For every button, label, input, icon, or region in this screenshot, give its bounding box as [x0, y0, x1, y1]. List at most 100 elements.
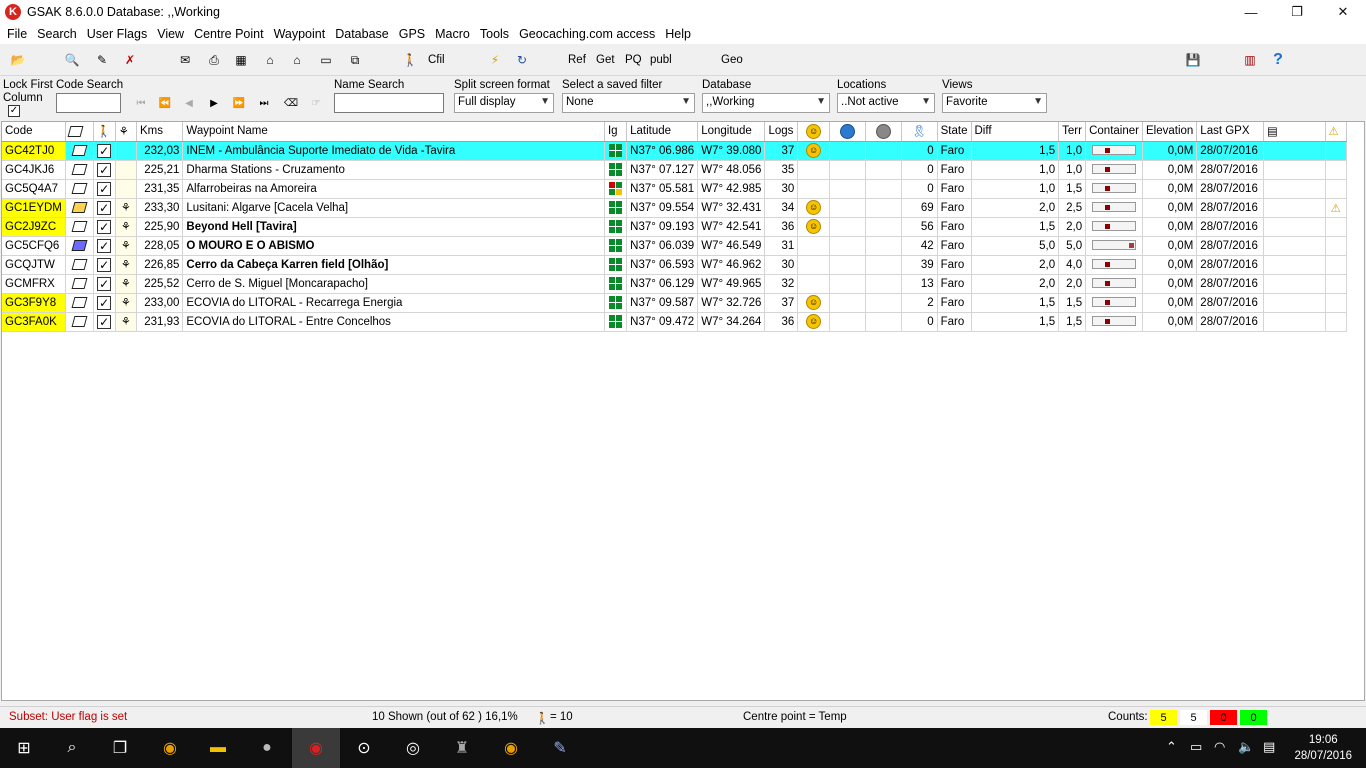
chrome-icon[interactable]: ◉: [487, 728, 535, 768]
menu-tools[interactable]: Tools: [475, 27, 514, 41]
cell-code[interactable]: GCMFRX: [2, 274, 66, 294]
table-row[interactable]: GC3FA0K ✓ ⚘ 231,93 ECOVIA do LITORAL - Entre…: [2, 312, 1364, 332]
gps-app-icon[interactable]: ●: [243, 728, 291, 768]
col-diff[interactable]: Diff: [971, 122, 1060, 142]
paint-app-icon[interactable]: ✎: [536, 728, 584, 768]
menu-view[interactable]: View: [152, 27, 189, 41]
table-row[interactable]: GCQJTW ✓ ⚘ 226,85 Cerro da Cabeça Karren fie…: [2, 255, 1364, 275]
cell-user-flag[interactable]: ✓: [93, 179, 116, 199]
wifi-icon[interactable]: ◠: [1214, 739, 1225, 755]
table-row[interactable]: GC3F9Y8 ✓ ⚘ 233,00 ECOVIA do LITORAL - Recar…: [2, 293, 1364, 313]
cell-code[interactable]: GC3FA0K: [2, 312, 66, 332]
publ-button[interactable]: publ: [650, 50, 672, 70]
cell-waypoint-name[interactable]: Dharma Stations - Cruzamento: [182, 160, 605, 180]
user-flag-checkbox[interactable]: ✓: [97, 162, 112, 177]
user-flag-checkbox[interactable]: ✓: [97, 314, 112, 329]
cell-waypoint-name[interactable]: INEM - Ambulância Suporte Imediato de Vi…: [182, 141, 605, 161]
back-icon[interactable]: ◀: [178, 94, 200, 112]
col-cache-type[interactable]: [65, 122, 94, 142]
cell-code[interactable]: GC42TJ0: [2, 141, 66, 161]
menu-centre-point[interactable]: Centre Point: [189, 27, 268, 41]
cell-code[interactable]: GC4JKJ6: [2, 160, 66, 180]
file-explorer-icon[interactable]: ▬: [194, 728, 242, 768]
lightning-icon[interactable]: ⚡: [485, 50, 505, 70]
delete-icon[interactable]: ✗: [120, 50, 140, 70]
cell-user-flag[interactable]: ✓: [93, 274, 116, 294]
help-icon[interactable]: ?: [1268, 50, 1288, 70]
mail-icon[interactable]: ✉: [175, 50, 195, 70]
col-waypoint-name[interactable]: Waypoint Name: [182, 122, 605, 142]
battery-icon[interactable]: ▭: [1190, 739, 1202, 755]
name-search-input[interactable]: [334, 93, 444, 113]
cell-waypoint-name[interactable]: Beyond Hell [Tavira]: [182, 217, 605, 237]
cell-code[interactable]: GC5Q4A7: [2, 179, 66, 199]
close-button[interactable]: ✕: [1320, 0, 1366, 24]
minimize-button[interactable]: —: [1228, 0, 1274, 24]
open-folder-icon[interactable]: 📂: [8, 50, 28, 70]
notification-icon[interactable]: ▤: [1263, 739, 1275, 755]
printer-icon[interactable]: ⎙: [204, 50, 224, 70]
clock[interactable]: 19:06 28/07/2016: [1294, 732, 1352, 764]
views-select[interactable]: Favorite ▼: [942, 93, 1047, 113]
split-screen-select[interactable]: Full display ▼: [454, 93, 554, 113]
cell-code[interactable]: GC1EYDM: [2, 198, 66, 218]
cell-code[interactable]: GCQJTW: [2, 255, 66, 275]
menu-waypoint[interactable]: Waypoint: [269, 27, 331, 41]
table-row[interactable]: GC4JKJ6 ✓ 225,21 Dharma Stations - Cruzamen…: [2, 160, 1364, 180]
cell-user-flag[interactable]: ✓: [93, 255, 116, 275]
location-app-icon[interactable]: ⊙: [340, 728, 388, 768]
first-record-icon[interactable]: ⏮: [130, 94, 152, 112]
col-user-flag[interactable]: 🚶: [93, 122, 116, 142]
geo-button[interactable]: Geo: [721, 50, 743, 70]
target-app-icon[interactable]: ◎: [389, 728, 437, 768]
search-icon[interactable]: ⌕: [48, 728, 96, 768]
task-view-icon[interactable]: ❐: [96, 728, 144, 768]
col-logs[interactable]: Logs: [764, 122, 799, 142]
cell-user-flag[interactable]: ✓: [93, 236, 116, 256]
col-warning[interactable]: ⚠: [1325, 122, 1347, 142]
chrome-icon[interactable]: ◉: [146, 728, 194, 768]
windows-start-icon[interactable]: ⊞: [0, 728, 48, 768]
cell-user-flag[interactable]: ✓: [93, 293, 116, 313]
user-flag-checkbox[interactable]: ✓: [97, 276, 112, 291]
database-select[interactable]: ,,Working ▼: [702, 93, 830, 113]
menu-file[interactable]: File: [2, 27, 32, 41]
user-flag-checkbox[interactable]: ✓: [97, 219, 112, 234]
split-view-icon[interactable]: ⧉: [345, 50, 365, 70]
col-dnf[interactable]: [829, 122, 866, 142]
col-found[interactable]: ☺: [797, 122, 830, 142]
ref-button[interactable]: Ref: [568, 50, 586, 70]
table-row[interactable]: GC5CFQ6 ✓ ⚘ 228,05 O MOURO E O ABISMO N37° 06…: [2, 236, 1364, 256]
cell-user-flag[interactable]: ✓: [93, 312, 116, 332]
cell-waypoint-name[interactable]: ECOVIA do LITORAL - Recarrega Energia: [182, 293, 605, 313]
col-latitude[interactable]: Latitude: [626, 122, 699, 142]
home-icon[interactable]: ⌂: [287, 50, 307, 70]
cell-code[interactable]: GC2J9ZC: [2, 217, 66, 237]
cfil-button[interactable]: Cfil: [428, 50, 445, 70]
col-ig[interactable]: Ig: [604, 122, 628, 142]
edit-pencil-icon[interactable]: ✎: [92, 50, 112, 70]
col-elevation[interactable]: Elevation: [1142, 122, 1198, 142]
col-longitude[interactable]: Longitude: [697, 122, 766, 142]
cell-waypoint-name[interactable]: Cerro da Cabeça Karren field [Olhão]: [182, 255, 605, 275]
last-record-icon[interactable]: ⏭: [253, 94, 275, 112]
gsak-taskbar-icon[interactable]: ◉: [292, 728, 340, 768]
cell-waypoint-name[interactable]: ECOVIA do LITORAL - Entre Concelhos: [182, 312, 605, 332]
cell-user-flag[interactable]: ✓: [93, 141, 116, 161]
menu-geocaching-access[interactable]: Geocaching.com access: [514, 27, 660, 41]
chevron-up-icon[interactable]: ⌃: [1166, 739, 1177, 755]
table-row[interactable]: GCMFRX ✓ ⚘ 225,52 Cerro de S. Miguel [Moncar…: [2, 274, 1364, 294]
menu-macro[interactable]: Macro: [430, 27, 475, 41]
col-placed[interactable]: [865, 122, 902, 142]
refresh-icon[interactable]: ↻: [512, 50, 532, 70]
menu-help[interactable]: Help: [660, 27, 696, 41]
volume-icon[interactable]: 🔈: [1238, 739, 1254, 755]
col-state[interactable]: State: [937, 122, 972, 142]
cell-waypoint-name[interactable]: O MOURO E O ABISMO: [182, 236, 605, 256]
menu-search[interactable]: Search: [32, 27, 82, 41]
table-row[interactable]: GC1EYDM ✓ ⚘ 233,30 Lusitani: Algarve [Cacela…: [2, 198, 1364, 218]
user-flag-checkbox[interactable]: ✓: [97, 295, 112, 310]
user-flag-checkbox[interactable]: ✓: [97, 257, 112, 272]
get-button[interactable]: Get: [596, 50, 615, 70]
window-icon[interactable]: ▭: [316, 50, 336, 70]
